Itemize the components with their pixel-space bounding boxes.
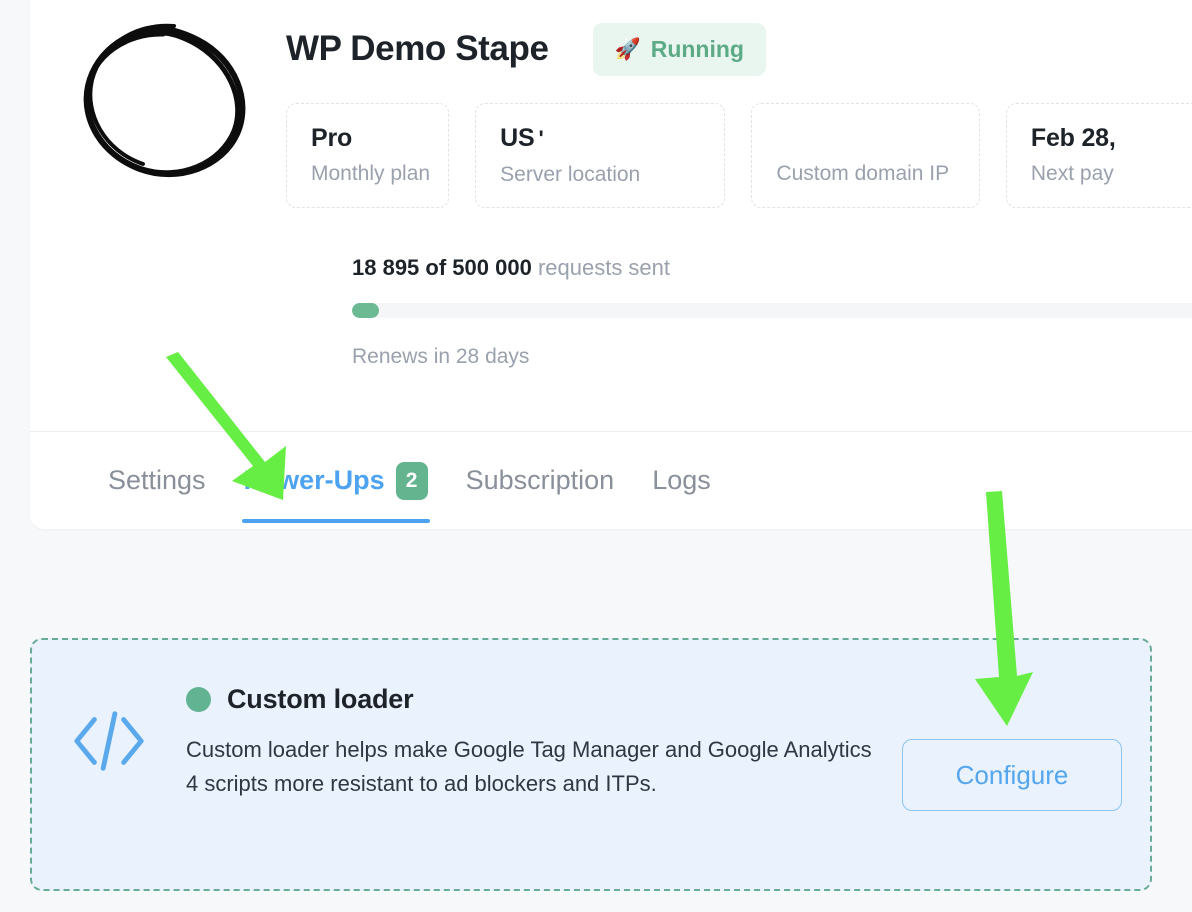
usage-progress-bar (352, 303, 1192, 318)
info-card-server-location-value: US ' (500, 123, 700, 154)
container-overview-panel: WP Demo Stape 🚀 Running Pro Monthly plan… (30, 0, 1192, 529)
tab-subscription-label: Subscription (465, 465, 615, 495)
tab-logs-label: Logs (652, 465, 711, 495)
powerup-card-custom-loader: Custom loader Custom loader helps make G… (30, 638, 1152, 891)
status-badge-label: Running (650, 35, 744, 62)
info-card-server-location: US ' Server location (475, 103, 726, 208)
tab-settings-label: Settings (108, 465, 206, 495)
powerup-title-row: Custom loader (186, 684, 902, 715)
usage-header: 18 895 of 500 000 requests sent 3% (352, 255, 1192, 281)
tab-logs[interactable]: Logs (652, 432, 711, 529)
info-card-server-location-label: Server location (500, 163, 641, 186)
scribble-circle-logo (83, 23, 246, 178)
info-card-custom-domain-ip-value (776, 123, 954, 153)
usage-counts-numbers: 18 895 of 500 000 (352, 255, 532, 280)
renew-text: Renews in 28 days (352, 345, 530, 368)
powerup-title: Custom loader (227, 684, 414, 714)
info-card-next-payment-label: Next pay (1030, 162, 1114, 185)
flag-icon: ' (538, 126, 544, 151)
info-card-list: Pro Monthly plan US ' Server location Cus… (286, 103, 1192, 208)
tab-bar: Settings Power-Ups 2 Subscription Logs (30, 431, 1192, 529)
status-badge: 🚀 Running (592, 22, 766, 76)
tab-power-ups[interactable]: Power-Ups 2 (241, 432, 430, 529)
header-main: WP Demo Stape 🚀 Running Pro Monthly plan… (254, 10, 1192, 208)
usage-section: 18 895 of 500 000 requests sent 3% Renew… (30, 208, 1192, 369)
page-title: WP Demo Stape (286, 29, 549, 68)
code-brackets-icon (74, 711, 144, 771)
info-card-plan-label: Monthly plan (311, 162, 431, 185)
tab-power-ups-label: Power-Ups (243, 465, 385, 495)
title-line: WP Demo Stape 🚀 Running (286, 18, 1192, 80)
powerup-description: Custom loader helps make Google Tag Mana… (186, 737, 872, 796)
info-card-custom-domain-ip-label: Custom domain IP (776, 162, 950, 185)
rocket-icon: 🚀 (614, 37, 641, 61)
usage-counts: 18 895 of 500 000 requests sent (352, 255, 670, 281)
panel-spacer (30, 369, 1192, 431)
usage-counts-suffix: requests sent (537, 255, 671, 280)
info-card-plan-value: Pro (311, 124, 353, 152)
info-card-plan: Pro Monthly plan (286, 103, 450, 208)
container-header: WP Demo Stape 🚀 Running Pro Monthly plan… (30, 0, 1192, 208)
info-card-server-location-country: US (500, 124, 535, 152)
info-card-custom-domain-ip: Custom domain IP (751, 103, 980, 208)
configure-button[interactable]: Configure (902, 739, 1122, 811)
info-card-next-payment: Feb 28, Next pay (1005, 103, 1192, 208)
tab-subscription[interactable]: Subscription (466, 432, 615, 529)
tab-power-ups-badge: 2 (395, 461, 428, 500)
info-card-next-payment-value: Feb 28, (1030, 124, 1116, 152)
status-dot-icon (186, 687, 211, 712)
usage-progress-fill (352, 303, 380, 318)
tab-settings[interactable]: Settings (108, 432, 206, 529)
powerup-text-block: Custom loader Custom loader helps make G… (186, 684, 902, 801)
